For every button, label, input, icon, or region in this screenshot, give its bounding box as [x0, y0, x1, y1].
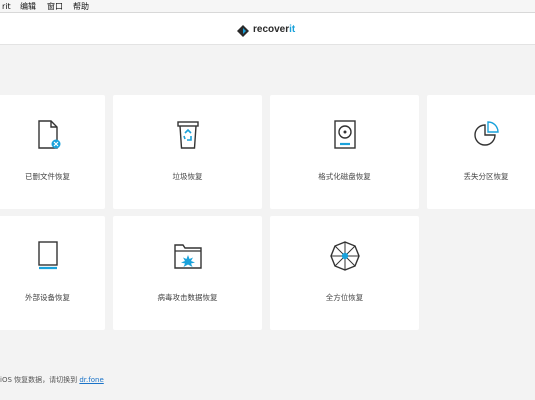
card-label: 全方位恢复	[325, 293, 364, 302]
card-label: 已删文件恢复	[25, 172, 70, 181]
menu-help[interactable]: 帮助	[73, 0, 89, 13]
drfone-link[interactable]: dr.fone	[79, 376, 103, 384]
card-formatted-disk-recovery[interactable]: 格式化磁盘恢复	[270, 95, 419, 209]
card-external-device-recovery[interactable]: 外部设备恢复	[0, 216, 105, 330]
lost-partition-icon	[474, 121, 499, 146]
deleted-file-icon	[37, 120, 60, 149]
card-label: 丢失分区恢复	[463, 172, 509, 181]
card-label: 垃圾恢复	[172, 172, 203, 181]
footer-text: iOS 恢复数据，请切换到	[0, 376, 78, 384]
card-recycle-bin-recovery[interactable]: 垃圾恢复	[113, 95, 262, 209]
card-virus-attack-recovery[interactable]: 病毒攻击数据恢复	[113, 216, 262, 330]
recycle-bin-icon	[176, 121, 199, 149]
card-lost-partition-recovery[interactable]: 丢失分区恢复	[427, 95, 535, 209]
card-label: 病毒攻击数据恢复	[157, 293, 218, 302]
all-round-recovery-icon	[329, 241, 360, 271]
card-all-round-recovery[interactable]: 全方位恢复	[270, 216, 419, 330]
menu-edit[interactable]: 编辑	[20, 0, 36, 13]
menu-app[interactable]: rit	[2, 0, 11, 13]
virus-attack-icon	[173, 244, 202, 269]
menu-window[interactable]: 窗口	[47, 0, 63, 13]
menu-bar: rit 编辑 窗口 帮助	[0, 0, 535, 13]
card-label: 外部设备恢复	[25, 293, 70, 302]
card-deleted-file-recovery[interactable]: 已删文件恢复	[0, 95, 105, 209]
app-header: recoverit	[0, 13, 535, 45]
external-device-icon	[37, 241, 58, 270]
footer-note: iOS 恢复数据，请切换到 dr.fone	[0, 375, 104, 385]
formatted-disk-icon	[333, 120, 356, 149]
logo-text: recoverit	[253, 24, 296, 35]
recoverit-logo-icon	[237, 25, 249, 37]
card-label: 格式化磁盘恢复	[318, 172, 371, 181]
